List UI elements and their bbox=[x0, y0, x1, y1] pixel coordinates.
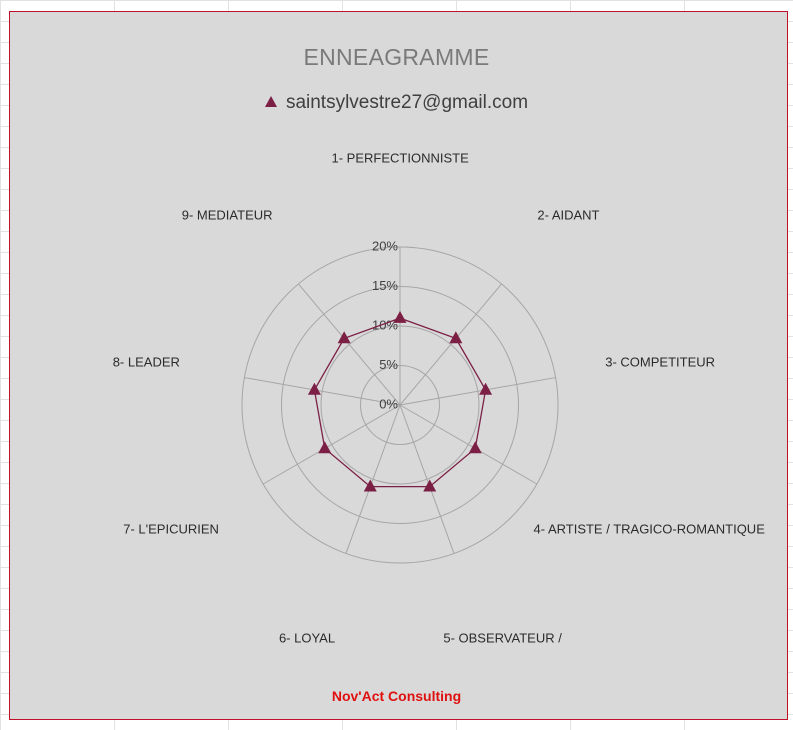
grid-spoke bbox=[399, 404, 538, 485]
data-point-marker bbox=[423, 479, 437, 492]
grid-spoke bbox=[399, 404, 455, 554]
axis-label: 2- AIDANT bbox=[537, 207, 600, 223]
axis-label: 9- MEDIATEUR bbox=[181, 207, 273, 223]
data-point-marker bbox=[318, 441, 332, 454]
axis-label: 7- L'EPICURIEN bbox=[123, 521, 219, 537]
grid-spoke bbox=[244, 377, 401, 406]
axis-label: 5- OBSERVATEUR / bbox=[443, 630, 562, 646]
grid-spoke bbox=[262, 404, 401, 485]
axis-label: 1- PERFECTIONNISTE bbox=[331, 150, 469, 165]
axis-label: 6- LOYAL bbox=[278, 630, 336, 646]
axis-label: 4- ARTISTE / TRAGICO-ROMANTIQUE bbox=[533, 521, 765, 537]
grid-spoke bbox=[345, 404, 401, 554]
radial-tick-label: 5% bbox=[379, 357, 398, 372]
data-point-marker bbox=[363, 479, 377, 492]
axis-label: 8- LEADER bbox=[112, 354, 180, 370]
radial-tick-label: 0% bbox=[379, 396, 398, 411]
grid-spoke bbox=[399, 377, 556, 406]
radial-tick-label: 20% bbox=[372, 238, 398, 253]
axis-label: 3- COMPETITEUR bbox=[605, 354, 716, 370]
footer-text: Nov'Act Consulting bbox=[331, 688, 462, 704]
data-point-marker bbox=[468, 441, 482, 454]
radial-tick-label: 15% bbox=[372, 278, 398, 293]
